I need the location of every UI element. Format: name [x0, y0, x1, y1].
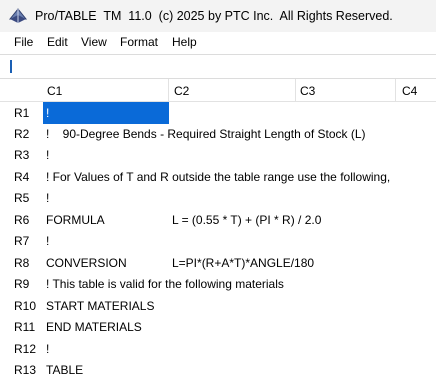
column-header-row: C1 C2 C3 C4 [0, 79, 436, 102]
menu-help[interactable]: Help [172, 35, 197, 49]
cell-c1[interactable]: ! [46, 342, 49, 356]
column-divider[interactable] [395, 79, 396, 101]
cell-c2[interactable]: L = (0.55 * T) + (PI * R) / 2.0 [172, 213, 321, 227]
row-label[interactable]: R2 [14, 127, 29, 141]
table-row: R8 CONVERSION L=PI*(R+A*T)*ANGLE/180 [0, 252, 436, 274]
cell-c1[interactable]: ! This table is valid for the following … [46, 277, 284, 291]
column-divider[interactable] [168, 79, 169, 101]
table-row: R2 ! 90-Degree Bends - Required Straight… [0, 123, 436, 145]
row-label[interactable]: R11 [14, 320, 35, 334]
pro-table-app-icon [8, 8, 28, 23]
column-header-c3[interactable]: C3 [300, 84, 315, 98]
row-label[interactable]: R10 [14, 299, 36, 313]
table-row: R1 ! [0, 102, 436, 124]
table-row: R6 FORMULA L = (0.55 * T) + (PI * R) / 2… [0, 209, 436, 231]
row-label[interactable]: R1 [14, 106, 29, 120]
cell-c1[interactable]: TABLE [46, 363, 83, 377]
table-grid: C1 C2 C3 C4 R1 ! R2 ! 90-Degree Bends - … [0, 79, 436, 377]
table-row: R5 ! [0, 187, 436, 209]
row-label[interactable]: R3 [14, 148, 29, 162]
column-header-c1[interactable]: C1 [47, 84, 62, 98]
window-title: Pro/TABLE TM 11.0 (c) 2025 by PTC Inc. A… [35, 9, 393, 23]
cell-c1[interactable]: END MATERIALS [46, 320, 142, 334]
table-row: R7 ! [0, 230, 436, 252]
text-caret [10, 60, 12, 73]
menu-format[interactable]: Format [120, 35, 158, 49]
table-row: R11 END MATERIALS [0, 316, 436, 338]
cell-c2[interactable]: L=PI*(R+A*T)*ANGLE/180 [172, 256, 314, 270]
menu-bar: File Edit View Format Help [0, 32, 436, 53]
table-row: R4 ! For Values of T and R outside the t… [0, 166, 436, 188]
table-row: R12 ! [0, 338, 436, 360]
cell-c1[interactable]: START MATERIALS [46, 299, 154, 313]
cell-c1[interactable]: ! [46, 234, 49, 248]
column-divider[interactable] [295, 79, 296, 101]
cell-c1[interactable]: ! [46, 148, 49, 162]
cell-c1[interactable]: ! 90-Degree Bends - Required Straight Le… [46, 127, 366, 141]
row-label[interactable]: R5 [14, 191, 29, 205]
table-row: R13 TABLE [0, 359, 436, 381]
row-label[interactable]: R9 [14, 277, 29, 291]
cell-c1[interactable]: ! [46, 191, 49, 205]
cell-c1[interactable]: ! For Values of T and R outside the tabl… [46, 170, 390, 184]
menu-view[interactable]: View [81, 35, 107, 49]
column-header-c4[interactable]: C4 [402, 84, 417, 98]
row-label[interactable]: R4 [14, 170, 29, 184]
row-label[interactable]: R8 [14, 256, 29, 270]
table-row: R10 START MATERIALS [0, 295, 436, 317]
table-row: R3 ! [0, 144, 436, 166]
cell-c1[interactable]: CONVERSION [46, 256, 127, 270]
cell-input-field[interactable] [9, 58, 433, 74]
cell-c1: ! [46, 106, 50, 120]
row-label[interactable]: R12 [14, 342, 36, 356]
title-bar: Pro/TABLE TM 11.0 (c) 2025 by PTC Inc. A… [0, 0, 436, 32]
menu-edit[interactable]: Edit [47, 35, 68, 49]
menu-file[interactable]: File [14, 35, 33, 49]
cell-c1[interactable]: FORMULA [46, 213, 105, 227]
table-row: R9 ! This table is valid for the followi… [0, 273, 436, 295]
cell-input-bar [0, 54, 436, 79]
row-label[interactable]: R13 [14, 363, 36, 377]
selected-cell[interactable]: ! [43, 102, 169, 124]
row-label[interactable]: R7 [14, 234, 29, 248]
row-label[interactable]: R6 [14, 213, 29, 227]
column-header-c2[interactable]: C2 [174, 84, 189, 98]
